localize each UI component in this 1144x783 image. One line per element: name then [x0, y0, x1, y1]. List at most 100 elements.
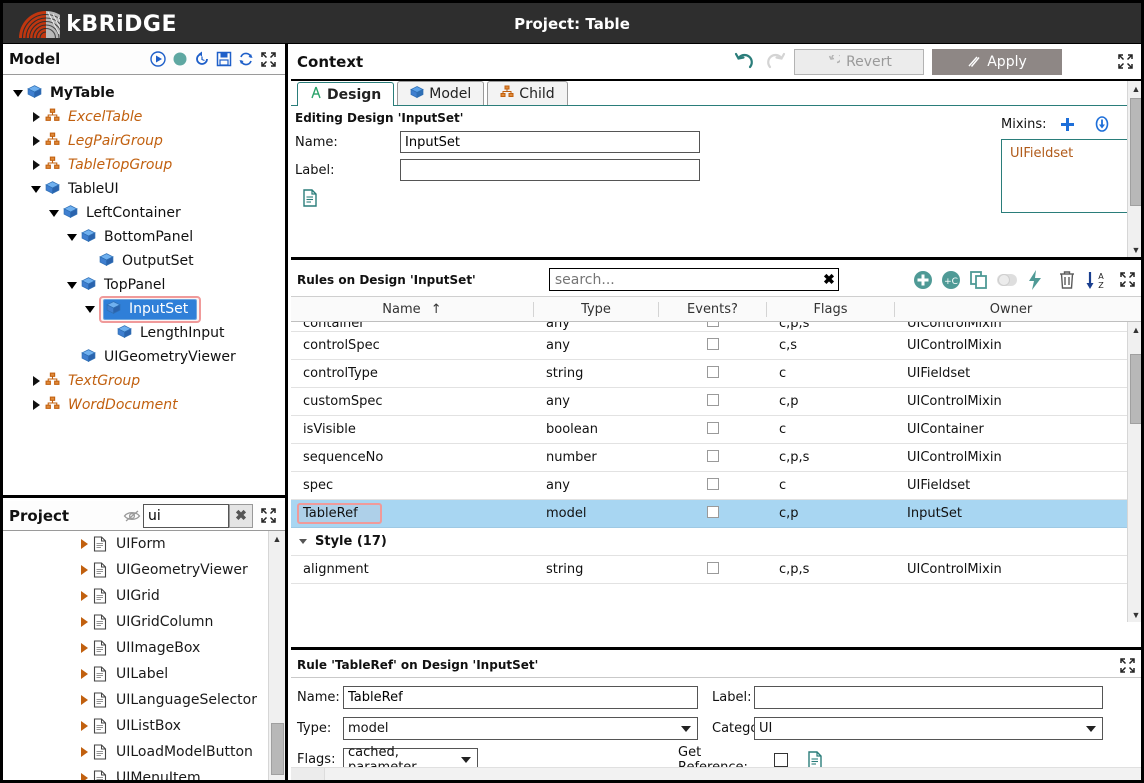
cell-events[interactable] [659, 393, 767, 410]
revert-button[interactable]: Revert [794, 48, 924, 75]
scroll-up-arrow[interactable]: ▲ [1128, 81, 1141, 96]
tree-item-outputset[interactable]: OutputSet [3, 249, 285, 273]
expander-collapsed-icon[interactable] [75, 721, 93, 732]
project-list-item[interactable]: UIGridColumn [3, 609, 285, 635]
expander-expanded-icon[interactable] [45, 209, 63, 217]
delete-rule-button[interactable] [1056, 269, 1078, 291]
expand-icon[interactable] [257, 48, 279, 70]
add-rule-button[interactable] [912, 269, 934, 291]
column-header-name[interactable]: Name ↑ [291, 301, 534, 317]
expander-expanded-icon[interactable] [63, 281, 81, 289]
rules-search-input[interactable] [548, 268, 839, 291]
table-group-row[interactable]: Style (17) [291, 528, 1141, 556]
expand-icon[interactable] [1116, 269, 1138, 291]
expander-collapsed-icon[interactable] [27, 376, 45, 386]
table-row[interactable]: TableRef model c,p InputSet [291, 500, 1141, 528]
column-header-events[interactable]: Events? [659, 301, 767, 317]
tree-item-content[interactable]: BottomPanel [81, 228, 193, 246]
tree-item-inputset[interactable]: InputSet [3, 295, 285, 323]
tree-item-lengthinput[interactable]: LengthInput [3, 321, 285, 345]
column-header-flags[interactable]: Flags [767, 301, 895, 317]
design-name-input[interactable] [400, 131, 700, 153]
tree-item-tabletopgroup[interactable]: TableTopGroup [3, 153, 285, 177]
expander-collapsed-icon[interactable] [75, 695, 93, 706]
add-computed-button[interactable]: +C [940, 269, 962, 291]
cell-events[interactable] [659, 477, 767, 494]
scrollbar-thumb[interactable] [271, 723, 284, 776]
scroll-down-arrow[interactable]: ▼ [1128, 607, 1141, 622]
toggle-button[interactable] [996, 269, 1018, 291]
scrollbar-thumb[interactable] [1130, 98, 1141, 206]
model-tree[interactable]: MyTable ExcelTable LegPairGroup TableTopGro… [3, 75, 285, 495]
tree-item-selected[interactable]: InputSet [103, 298, 198, 320]
tree-item-content[interactable]: TextGroup [45, 372, 140, 390]
sort-az-button[interactable]: AZ [1084, 269, 1110, 291]
tree-item-mytable[interactable]: MyTable [3, 81, 285, 105]
cell-events[interactable] [659, 505, 767, 522]
tree-item-textgroup[interactable]: TextGroup [3, 369, 285, 393]
tree-item-content[interactable]: TableTopGroup [45, 156, 172, 174]
tab-model[interactable]: Model [397, 81, 485, 105]
document-icon[interactable] [299, 187, 321, 209]
cell-events[interactable] [659, 322, 767, 331]
project-list-item[interactable]: UIForm [3, 531, 285, 557]
table-row[interactable]: sequenceNo number c,p,s UIControlMixin [291, 444, 1141, 472]
rule-category-select[interactable]: UI [754, 717, 1103, 740]
clear-rules-search-button[interactable]: ✖ [823, 271, 835, 288]
table-row[interactable]: alignment string c,p,s UIControlMixin [291, 556, 1141, 584]
table-row[interactable]: container any c,p,s UIControlMixin [291, 322, 1141, 332]
events-checkbox[interactable] [707, 337, 719, 350]
project-list-item[interactable]: UILoadModelButton [3, 739, 285, 765]
table-row[interactable]: isVisible boolean c UIContainer [291, 416, 1141, 444]
scroll-up-arrow[interactable]: ▲ [269, 531, 285, 546]
events-checkbox[interactable] [707, 505, 719, 518]
tab-design[interactable]: Design [297, 82, 395, 106]
add-mixin-button[interactable] [1053, 113, 1083, 135]
mixin-item[interactable]: UIFieldset [1010, 146, 1141, 161]
project-scrollbar[interactable]: ▲ [268, 531, 285, 780]
cell-events[interactable] [659, 561, 767, 578]
tree-item-content[interactable]: TableUI [45, 180, 119, 198]
scrollbar-thumb[interactable] [1130, 354, 1141, 424]
project-list-item[interactable]: UILanguageSelector [3, 687, 285, 713]
eye-slash-icon[interactable] [121, 505, 143, 527]
tree-item-content[interactable]: LengthInput [117, 324, 225, 342]
tab-child[interactable]: Child [487, 81, 568, 105]
tree-item-exceltable[interactable]: ExcelTable [3, 105, 285, 129]
cell-events[interactable] [659, 365, 767, 382]
scroll-down-arrow[interactable]: ▼ [1128, 242, 1141, 257]
events-checkbox[interactable] [707, 322, 719, 327]
chevron-down-icon[interactable] [299, 539, 307, 544]
table-row[interactable]: spec any c UIFieldset [291, 472, 1141, 500]
cell-events[interactable] [659, 337, 767, 354]
expander-collapsed-icon[interactable] [27, 112, 45, 122]
context-scrollbar[interactable]: ▲ ▼ [1127, 81, 1141, 257]
move-down-button[interactable] [1083, 113, 1121, 135]
mixins-list[interactable]: UIFieldset [1001, 139, 1141, 213]
events-button[interactable] [1024, 269, 1046, 291]
tree-item-content[interactable]: MyTable [27, 84, 115, 102]
expander-expanded-icon[interactable] [27, 185, 45, 193]
expand-icon[interactable] [1116, 654, 1138, 676]
tree-item-tableui[interactable]: TableUI [3, 177, 285, 201]
expander-collapsed-icon[interactable] [75, 617, 93, 628]
status-dot-icon[interactable] [169, 48, 191, 70]
tree-item-worddocument[interactable]: WordDocument [3, 393, 285, 417]
project-list-item[interactable]: UILabel [3, 661, 285, 687]
events-checkbox[interactable] [707, 393, 719, 406]
project-list-item[interactable]: UIMenuItem [3, 765, 285, 780]
tree-item-content[interactable]: OutputSet [99, 252, 194, 270]
events-checkbox[interactable] [707, 449, 719, 462]
table-row[interactable]: controlSpec any c,s UIControlMixin [291, 332, 1141, 360]
expand-icon[interactable] [1114, 51, 1136, 73]
cell-events[interactable] [659, 421, 767, 438]
expander-collapsed-icon[interactable] [27, 400, 45, 410]
rule-name-input[interactable] [343, 686, 698, 709]
expander-collapsed-icon[interactable] [75, 539, 93, 550]
rules-scrollbar[interactable]: ▲ ▼ [1127, 322, 1141, 622]
project-list[interactable]: UIForm UIGeometryViewer UIGrid UIGridColumn… [3, 531, 285, 780]
expander-expanded-icon[interactable] [63, 233, 81, 241]
tree-item-leftcontainer[interactable]: LeftContainer [3, 201, 285, 225]
run-icon[interactable] [147, 48, 169, 70]
refresh-icon[interactable] [235, 48, 257, 70]
